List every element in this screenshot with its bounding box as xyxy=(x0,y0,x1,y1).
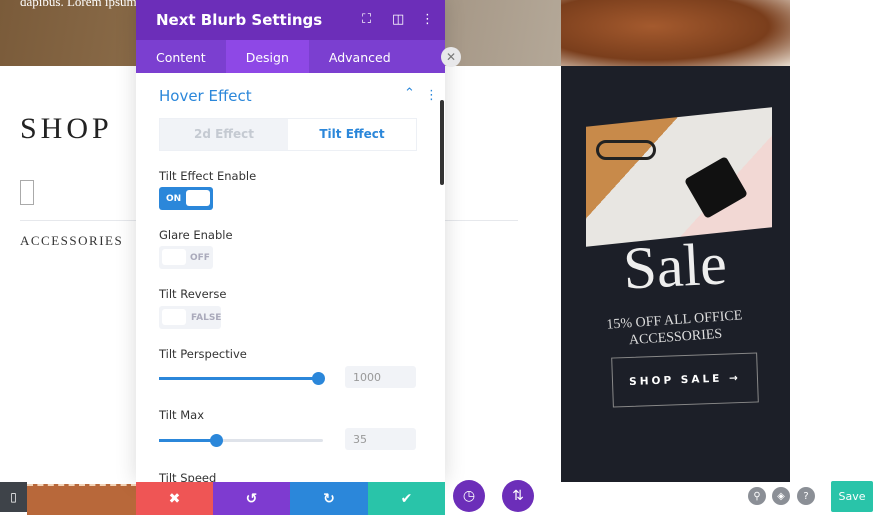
section-menu-icon[interactable]: ⋮ xyxy=(425,88,438,103)
toggle-knob xyxy=(186,190,210,206)
toggle-state: ON xyxy=(166,194,182,204)
discard-button[interactable]: ✖ xyxy=(136,482,213,515)
modal-header: Next Blurb Settings ⛶ ◫ ⋮ xyxy=(136,0,445,40)
modal-title: Next Blurb Settings xyxy=(156,11,323,29)
toggle-knob xyxy=(162,249,186,265)
tilt-enable-label: Tilt Effect Enable xyxy=(159,169,257,183)
image-placeholder-icon xyxy=(20,180,34,205)
tilt-reverse-toggle[interactable]: FALSE xyxy=(159,306,221,329)
layers-icon[interactable]: ◈ xyxy=(772,487,790,505)
shop-sale-button[interactable]: SHOP SALE → xyxy=(611,352,759,408)
scrollbar[interactable] xyxy=(440,100,444,185)
shop-heading: SHOP xyxy=(20,112,113,145)
glasses-graphic xyxy=(596,140,656,160)
toggle-knob xyxy=(162,309,186,325)
promo-title: Sale xyxy=(621,230,729,302)
tilt-max-slider[interactable] xyxy=(159,434,323,447)
banner-text: dapibus. Lorem ipsum xyxy=(20,0,137,9)
confirm-button[interactable]: ✔ xyxy=(368,482,445,515)
split-view-icon[interactable]: ◫ xyxy=(392,12,404,27)
slider-fill xyxy=(159,439,217,442)
slider-fill xyxy=(159,377,319,380)
device-toggle-icon[interactable]: ▯ xyxy=(0,482,27,512)
glare-enable-label: Glare Enable xyxy=(159,228,233,242)
tab-bar: Content Design Advanced xyxy=(136,40,445,73)
glare-enable-toggle[interactable]: OFF xyxy=(159,246,213,269)
tab-advanced[interactable]: Advanced xyxy=(309,40,411,73)
save-button[interactable]: Save xyxy=(831,481,873,512)
tilt-max-input[interactable]: 35 xyxy=(345,428,416,450)
toggle-state: FALSE xyxy=(191,313,222,323)
settings-modal: Next Blurb Settings ⛶ ◫ ⋮ Content Design… xyxy=(136,0,445,485)
subtab-tilt-effect[interactable]: Tilt Effect xyxy=(288,119,416,150)
history-icon[interactable]: ◷ xyxy=(453,480,485,512)
portability-icon[interactable]: ⇅ xyxy=(502,480,534,512)
promo-image xyxy=(586,107,772,247)
tilt-perspective-label: Tilt Perspective xyxy=(159,347,247,361)
top-image xyxy=(561,0,790,66)
belt-image xyxy=(27,484,137,515)
search-icon[interactable]: ⚲ xyxy=(748,487,766,505)
slider-thumb[interactable] xyxy=(312,372,326,385)
tilt-perspective-input[interactable]: 1000 xyxy=(345,366,416,388)
redo-button[interactable]: ↻ xyxy=(290,482,368,515)
tilt-perspective-slider[interactable] xyxy=(159,372,326,385)
close-icon[interactable]: ✕ xyxy=(441,47,461,67)
section-title[interactable]: Hover Effect xyxy=(159,87,252,105)
effect-subtabs: 2d Effect Tilt Effect xyxy=(159,118,417,151)
tilt-reverse-label: Tilt Reverse xyxy=(159,287,227,301)
fullscreen-icon[interactable]: ⛶ xyxy=(362,12,371,27)
subtab-2d-effect[interactable]: 2d Effect xyxy=(160,119,288,150)
tab-design[interactable]: Design xyxy=(225,40,309,73)
undo-button[interactable]: ↺ xyxy=(213,482,290,515)
toggle-state: OFF xyxy=(190,253,210,263)
tilt-enable-toggle[interactable]: ON xyxy=(159,187,213,210)
category-label[interactable]: ACCESSORIES xyxy=(20,233,123,249)
tab-content[interactable]: Content xyxy=(136,40,226,73)
help-icon[interactable]: ? xyxy=(797,487,815,505)
more-options-icon[interactable]: ⋮ xyxy=(421,12,434,27)
chevron-up-icon[interactable]: ⌃ xyxy=(404,86,415,101)
slider-thumb[interactable] xyxy=(210,434,224,447)
tilt-max-label: Tilt Max xyxy=(159,408,205,422)
